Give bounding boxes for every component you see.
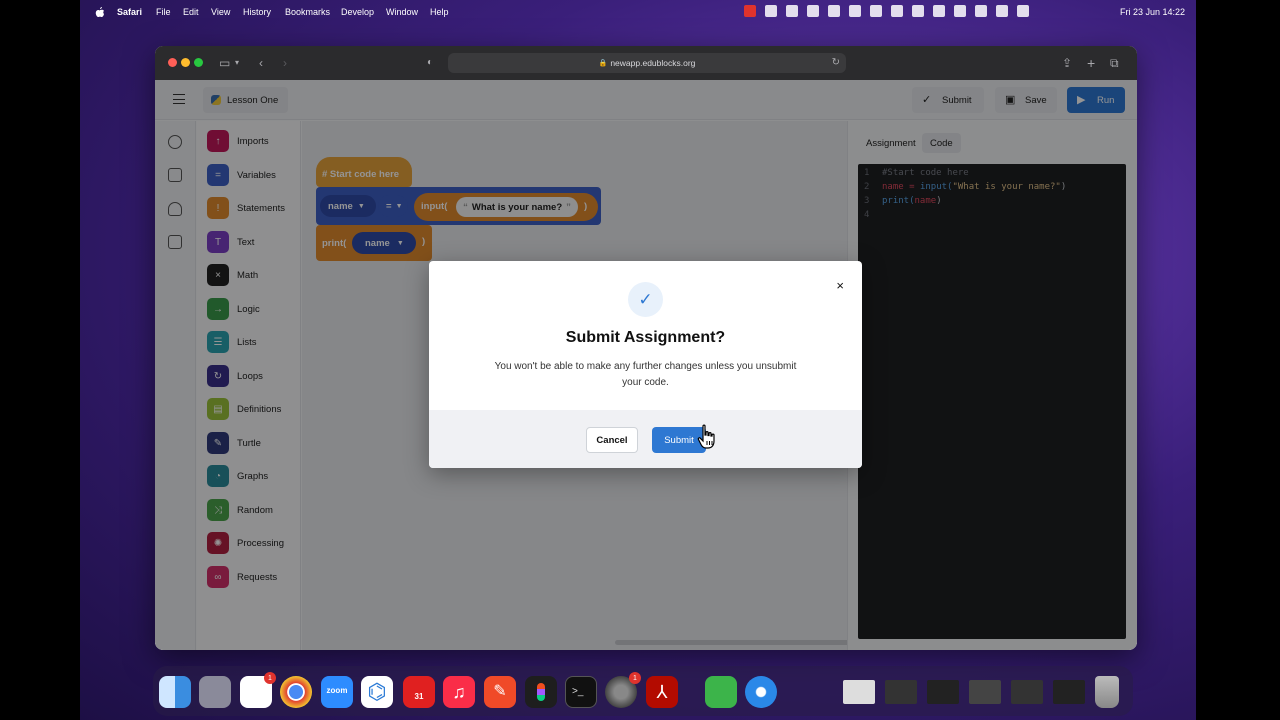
- dialog-message: You won't be able to make any further ch…: [494, 361, 797, 388]
- zoom-app-icon[interactable]: zoom: [321, 676, 353, 708]
- address-bar[interactable]: 🔒 newapp.edublocks.org ↻: [448, 53, 846, 73]
- check-icon: ✓: [628, 282, 663, 317]
- apple-icon[interactable]: [95, 6, 105, 18]
- reload-icon[interactable]: ↻: [832, 57, 840, 68]
- forward-icon[interactable]: ›: [283, 56, 287, 70]
- app-status-icon[interactable]: [933, 5, 945, 17]
- menu-help[interactable]: Help: [430, 7, 449, 17]
- acrobat-icon[interactable]: ⅄: [646, 676, 678, 708]
- dialog-title: Submit Assignment?: [565, 329, 726, 346]
- check-glyph: ✓: [638, 289, 653, 309]
- lock-icon: 🔒: [598, 60, 608, 67]
- app-status-icon[interactable]: [807, 5, 819, 17]
- new-tab-icon[interactable]: +: [1087, 56, 1095, 70]
- wifi-icon[interactable]: [975, 5, 987, 17]
- headphones-icon[interactable]: [912, 5, 924, 17]
- trash-icon[interactable]: [1095, 676, 1119, 708]
- browser-window: ▭ ▾ ‹ › ◐ 🔒 newapp.edublocks.org ↻ ⇪ + ⧉…: [155, 46, 1137, 650]
- share-icon[interactable]: ⇪: [1062, 56, 1072, 70]
- shield-icon[interactable]: ◐: [427, 56, 433, 70]
- menu-view[interactable]: View: [211, 7, 230, 17]
- chevron-down-icon[interactable]: ▾: [235, 56, 239, 70]
- slack-icon[interactable]: 1: [240, 672, 276, 708]
- figma-shape: [537, 683, 545, 701]
- chrome-icon[interactable]: [280, 676, 312, 708]
- app-status-icon[interactable]: [828, 5, 840, 17]
- settings-badge: 1: [629, 672, 641, 684]
- status-icons: [744, 5, 1029, 17]
- back-icon[interactable]: ‹: [259, 56, 263, 70]
- minimized-window[interactable]: [1053, 680, 1085, 704]
- menu-clock[interactable]: Fri 23 Jun 14:22: [1120, 7, 1185, 17]
- music-icon[interactable]: ♫: [443, 676, 475, 708]
- cancel-button[interactable]: Cancel: [586, 427, 638, 453]
- minimize-window-button[interactable]: [181, 58, 190, 67]
- url-text: newapp.edublocks.org: [610, 58, 696, 68]
- vscode-icon[interactable]: ⌬: [361, 676, 393, 708]
- finder-icon[interactable]: [159, 676, 191, 708]
- menu-edit[interactable]: Edit: [183, 7, 199, 17]
- pen-app-icon[interactable]: ✎: [484, 676, 516, 708]
- close-icon[interactable]: ×: [836, 279, 844, 293]
- zoom-app-label: zoom: [326, 686, 348, 695]
- battery-icon[interactable]: [954, 5, 966, 17]
- desktop: Safari File Edit View History Bookmarks …: [80, 0, 1196, 720]
- minimized-window[interactable]: [1011, 680, 1043, 704]
- minimized-window[interactable]: [969, 680, 1001, 704]
- app-status-icon[interactable]: [849, 5, 861, 17]
- minimized-window[interactable]: [927, 680, 959, 704]
- dialog-footer: Cancel Submit: [429, 410, 862, 468]
- menu-bookmarks[interactable]: Bookmarks: [285, 7, 330, 17]
- tabs-overview-icon[interactable]: ⧉: [1110, 56, 1119, 70]
- browser-toolbar: ▭ ▾ ‹ › ◐ 🔒 newapp.edublocks.org ↻ ⇪ + ⧉: [155, 46, 1137, 80]
- dock: 1 zoom ⌬ 31 ♫ ✎ >_ 1 ⅄: [153, 666, 1133, 716]
- close-window-button[interactable]: [168, 58, 177, 67]
- safari-icon[interactable]: [745, 676, 777, 708]
- system-settings-icon[interactable]: 1: [605, 672, 641, 708]
- app-status-icon[interactable]: [765, 5, 777, 17]
- menu-bar: Safari File Edit View History Bookmarks …: [80, 0, 1196, 24]
- app-page: Lesson One ✓ Submit ▣ Save ▶ Run ↑ Impor…: [155, 80, 1137, 650]
- record-icon[interactable]: [744, 5, 756, 17]
- sidebar-toggle-icon[interactable]: ▭: [219, 56, 230, 70]
- control-center-icon[interactable]: [1017, 5, 1029, 17]
- minimized-window[interactable]: [885, 680, 917, 704]
- submit-assignment-dialog: × ✓ Submit Assignment? You won't be able…: [429, 261, 862, 468]
- menu-window[interactable]: Window: [386, 7, 418, 17]
- slack-badge: 1: [264, 672, 276, 684]
- zoom-window-button[interactable]: [194, 58, 203, 67]
- app-status-icon[interactable]: [891, 5, 903, 17]
- fantastical-icon[interactable]: 31: [403, 676, 435, 708]
- menu-develop[interactable]: Develop: [341, 7, 374, 17]
- calendar-day: 31: [414, 692, 424, 701]
- minimized-window[interactable]: [843, 680, 875, 704]
- menu-app-name[interactable]: Safari: [117, 7, 142, 17]
- menu-history[interactable]: History: [243, 7, 271, 17]
- launchpad-icon[interactable]: [199, 676, 231, 708]
- search-icon[interactable]: [996, 5, 1008, 17]
- numbers-icon[interactable]: [705, 676, 737, 708]
- terminal-icon[interactable]: >_: [565, 676, 597, 708]
- menu-file[interactable]: File: [156, 7, 171, 17]
- moon-icon[interactable]: [870, 5, 882, 17]
- hand-cursor-icon: [697, 424, 715, 449]
- app-status-icon[interactable]: [786, 5, 798, 17]
- figma-icon[interactable]: [525, 676, 557, 708]
